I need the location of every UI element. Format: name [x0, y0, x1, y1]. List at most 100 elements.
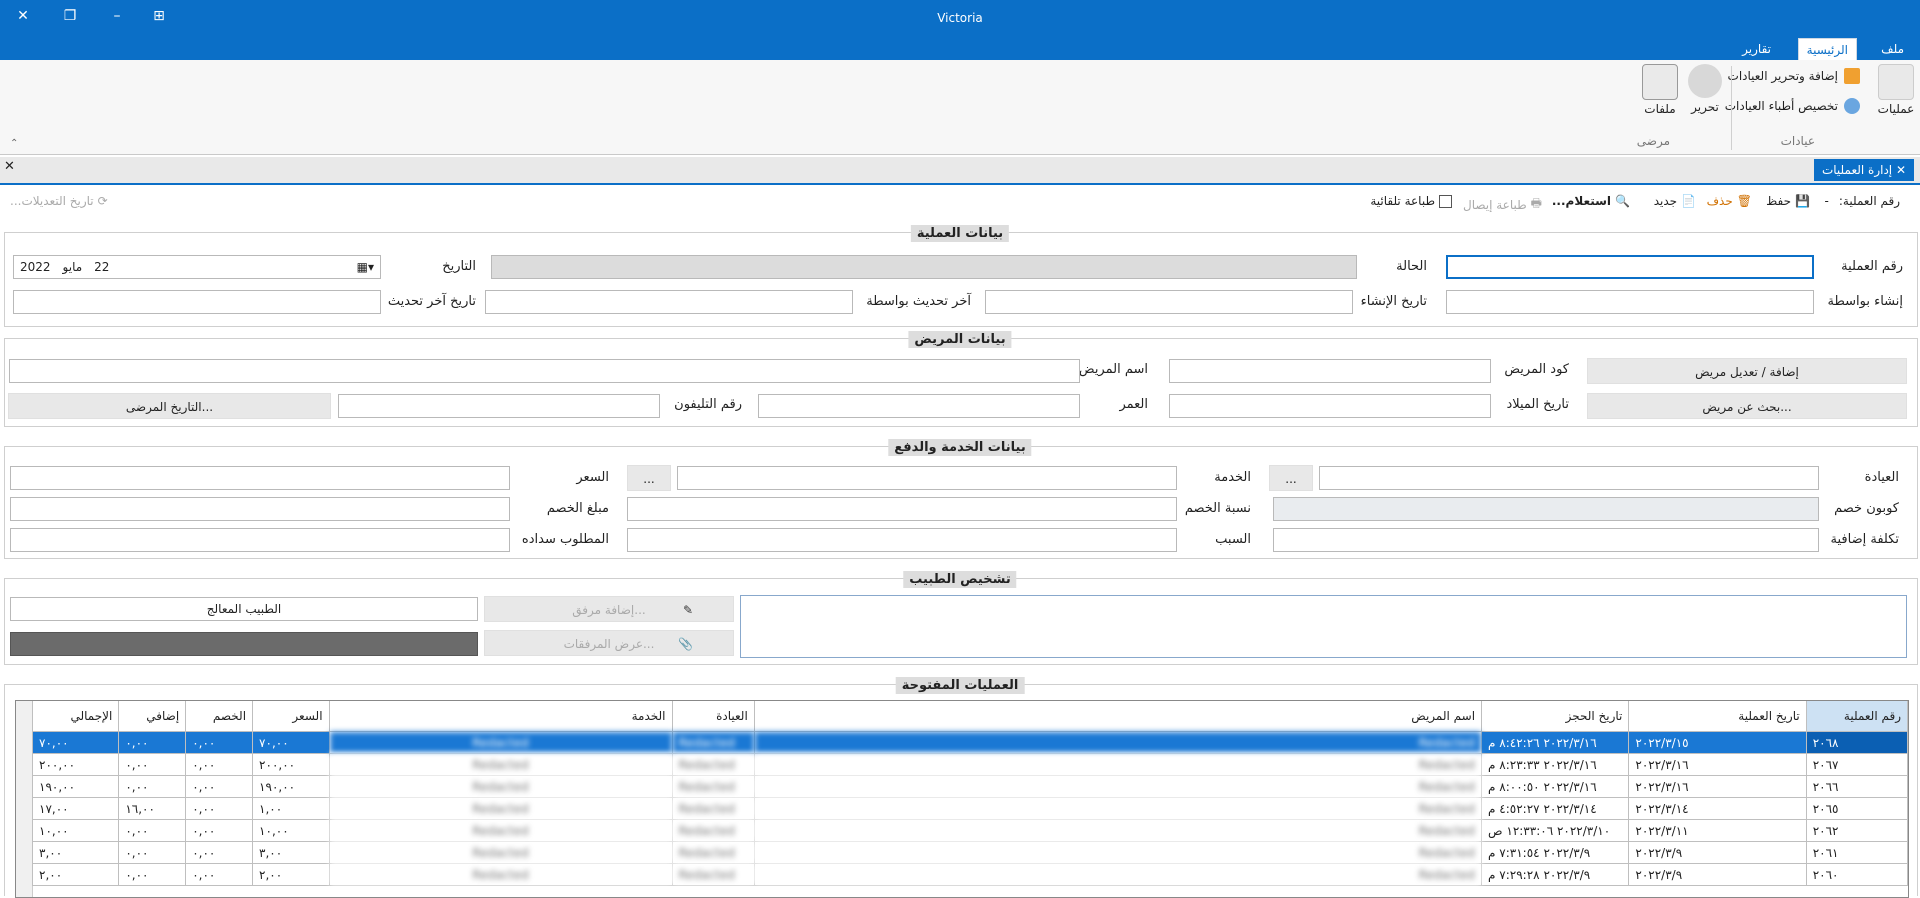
table-row[interactable]: ٢٠٦٥ ٢٠٢٢/٣/١٤ ٢٠٢٢/٣/١٤ ٤:٥٢:٢٧ م Redacted… — [31, 797, 1908, 820]
table-cell: ٢,٠٠ — [31, 863, 120, 886]
calendar-icon[interactable]: ▦▾ — [357, 256, 374, 278]
clinic-input[interactable] — [1319, 466, 1819, 490]
table-cell: Redacted — [328, 753, 673, 776]
column-header[interactable]: إضافي — [118, 701, 187, 732]
service-input[interactable] — [677, 466, 1177, 490]
amount-due-input[interactable] — [10, 528, 510, 552]
patient-history-button[interactable]: التاريخ المرضى... — [8, 393, 331, 419]
edit-label: تحرير — [1691, 100, 1719, 114]
table-cell: Redacted — [753, 753, 1483, 776]
created-date-input[interactable] — [985, 290, 1353, 314]
table-cell: ٢٠٦٢ — [1805, 819, 1908, 842]
new-label: جديد — [1653, 194, 1678, 208]
print-receipt-button[interactable]: 🖶 طباعة إيصال — [1463, 194, 1542, 215]
op-number-label: رقم العملية: — [1838, 194, 1900, 208]
inquiry-button[interactable]: 🔍 استعلام... — [1552, 194, 1630, 208]
discount-amount-input[interactable] — [10, 497, 510, 521]
files-button[interactable]: ملفات — [1640, 64, 1680, 116]
created-by-input[interactable] — [1446, 290, 1814, 314]
view-attachments-button[interactable]: عرض المرفقات... 📎 — [484, 630, 734, 656]
add-attachment-button[interactable]: إضافة مرفق... ✎ — [484, 596, 734, 622]
table-cell: ٧٠,٠٠ — [31, 731, 120, 754]
collapse-ribbon-icon[interactable]: ⌃ — [10, 138, 18, 149]
table-cell: ٠,٠٠ — [185, 797, 254, 820]
diagnosis-textarea[interactable] — [740, 595, 1907, 658]
tab-file[interactable]: ملف — [1873, 38, 1912, 60]
search-patient-button[interactable]: بحث عن مريض... — [1587, 393, 1907, 419]
table-body: ٢٠٦٨ ٢٠٢٢/٣/١٥ ٢٠٢٢/٣/١٦ ٨:٤٢:٢٦ م Redacted… — [31, 731, 1908, 886]
discount-pct-input[interactable] — [627, 497, 1177, 521]
age-label: العمر — [1119, 397, 1148, 412]
service-browse-button[interactable]: ... — [627, 465, 671, 491]
status-select[interactable] — [491, 255, 1357, 279]
table-cell: ٢٠٦٠ — [1805, 863, 1908, 886]
clinic-browse-button[interactable]: ... — [1269, 465, 1313, 491]
table-cell: ٢٠٢٢/٣/١٦ — [1628, 775, 1807, 798]
column-header[interactable]: العيادة — [671, 701, 755, 732]
column-header[interactable]: اسم المريض — [753, 701, 1483, 732]
column-header[interactable]: تاريخ العملية — [1628, 701, 1807, 732]
date-picker[interactable]: 2022 مايو 22 ▦▾ — [13, 255, 381, 279]
column-header[interactable]: الخدمة — [328, 701, 673, 732]
history-button[interactable]: ⟳ تاريخ التعديلات... — [10, 194, 108, 208]
op-number-value: - — [1824, 194, 1829, 208]
phone-input[interactable] — [338, 394, 660, 418]
amount-due-label: المطلوب سداده — [521, 532, 609, 547]
save-button[interactable]: 💾 حفظ — [1766, 194, 1810, 208]
op-number-input[interactable] — [1446, 255, 1814, 279]
coupon-input[interactable] — [1273, 497, 1819, 521]
add-edit-patient-button[interactable]: إضافة / تعديل مريض — [1587, 358, 1907, 384]
table-cell: Redacted — [753, 797, 1483, 820]
tab-home[interactable]: الرئيسية — [1797, 38, 1857, 61]
close-all-icon[interactable]: ✕ — [4, 159, 15, 174]
table-row[interactable]: ٢٠٦٦ ٢٠٢٢/٣/١٦ ٢٠٢٢/٣/١٦ ٨:٠٠:٥٠ م Redacted… — [31, 775, 1908, 798]
table-cell: ٢٠٦٥ — [1805, 797, 1908, 820]
extra-cost-input[interactable] — [1273, 528, 1819, 552]
tab-reports[interactable]: تقارير — [1734, 38, 1779, 60]
assign-doctors-button[interactable]: تخصيص أطباء العيادات — [1725, 98, 1860, 114]
treating-doctor-select[interactable] — [10, 632, 478, 656]
patient-code-input[interactable] — [1169, 359, 1491, 383]
auto-print-checkbox[interactable]: طباعة تلقائية — [1370, 194, 1452, 208]
service-payment-panel: بيانات الخدمة والدفع العيادة ... الخدمة … — [4, 439, 1918, 559]
extra-cost-label: تكلفة إضافية — [1830, 532, 1900, 547]
column-header[interactable]: تاريخ الحجز — [1481, 701, 1630, 732]
birth-date-input[interactable] — [1169, 394, 1491, 418]
table-row[interactable]: ٢٠٦٨ ٢٠٢٢/٣/١٥ ٢٠٢٢/٣/١٦ ٨:٤٢:٢٦ م Redacted… — [31, 731, 1908, 754]
table-row[interactable]: ٢٠٦٧ ٢٠٢٢/٣/١٦ ٢٠٢٢/٣/١٦ ٨:٢٣:٣٣ م Redacted… — [31, 753, 1908, 776]
operation-data-panel: بيانات العملية رقم العملية الحالة التاري… — [4, 225, 1918, 327]
table-row[interactable]: ٢٠٦٠ ٢٠٢٢/٣/٩ ٢٠٢٢/٣/٩ ٧:٢٩:٢٨ م Redacted Re… — [31, 863, 1908, 886]
tab-operations-management[interactable]: إدارة العمليات ✕ — [1813, 159, 1914, 181]
operations-button[interactable]: عمليات — [1876, 64, 1916, 116]
updated-date-input[interactable] — [13, 290, 381, 314]
price-input[interactable] — [10, 466, 510, 490]
column-header[interactable]: السعر — [252, 701, 330, 732]
add-edit-clinics-button[interactable]: إضافة وتحرير العيادات — [1728, 68, 1860, 84]
reason-input[interactable] — [627, 528, 1177, 552]
patient-code-label: كود المريض — [1504, 362, 1569, 377]
add-edit-clinics-label: إضافة وتحرير العيادات — [1727, 69, 1838, 83]
new-button[interactable]: 📄 جديد — [1654, 194, 1696, 208]
grid-scrollbar[interactable] — [16, 701, 33, 897]
table-cell: Redacted — [671, 775, 755, 798]
updated-date-label: تاريخ آخر تحديث — [387, 294, 476, 309]
table-header-row: رقم العملية تاريخ العملية تاريخ الحجز اس… — [31, 701, 1908, 732]
table-row[interactable]: ٢٠٦١ ٢٠٢٢/٣/٩ ٢٠٢٢/٣/٩ ٧:٣١:٥٤ م Redacted Re… — [31, 841, 1908, 864]
column-header[interactable]: الإجمالي — [31, 701, 120, 732]
table-cell: ٢٠٠,٠٠ — [31, 753, 120, 776]
table-cell: Redacted — [753, 841, 1483, 864]
delete-button[interactable]: 🗑 حذف — [1707, 194, 1752, 208]
column-header[interactable]: الخصم — [185, 701, 254, 732]
updated-by-input[interactable] — [485, 290, 853, 314]
section-title: العمليات المفتوحة — [895, 677, 1025, 694]
files-label: ملفات — [1644, 102, 1676, 116]
table-row[interactable]: ٢٠٦٢ ٢٠٢٢/٣/١١ ٢٠٢٢/٣/١٠ ١٢:٣٣:٠٦ ص Redacte… — [31, 819, 1908, 842]
table-cell: ٠,٠٠ — [185, 863, 254, 886]
edit-button[interactable]: تحرير — [1685, 64, 1725, 114]
table-cell: ١٧,٠٠ — [31, 797, 120, 820]
patient-name-input[interactable] — [9, 359, 1080, 383]
operations-label: عمليات — [1877, 102, 1915, 116]
history-icon: ⟳ — [97, 194, 108, 208]
age-input[interactable] — [758, 394, 1080, 418]
column-header[interactable]: رقم العملية — [1805, 701, 1908, 732]
